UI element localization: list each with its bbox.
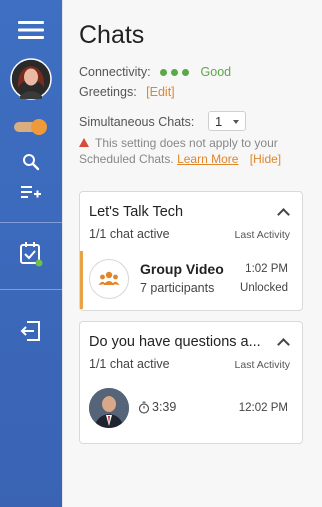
- page-title: Chats: [79, 21, 145, 49]
- chat-item[interactable]: Group Video 7 participants 1:02 PM Unloc…: [80, 251, 302, 309]
- last-activity-label: Last Activity: [234, 229, 290, 241]
- chevron-up-icon[interactable]: [277, 208, 290, 221]
- learn-more-link[interactable]: Learn More: [177, 152, 238, 166]
- sidebar-divider: [0, 222, 62, 223]
- chevron-up-icon[interactable]: [277, 338, 290, 351]
- chat-timer: 3:39: [152, 400, 177, 414]
- connectivity-status: Good: [200, 65, 232, 79]
- chats-panel: Chats Connectivity: Good Greetings: [Edi…: [62, 0, 322, 507]
- connectivity-label: Connectivity:: [79, 65, 151, 79]
- chat-queue-card: Let's Talk Tech 1/1 chat active Last Act…: [79, 191, 303, 311]
- sidebar-divider: [0, 289, 62, 290]
- chat-time: 12:02 PM: [238, 402, 288, 414]
- active-chats-count: 1/1 chat active: [89, 357, 170, 371]
- add-to-list-icon[interactable]: [0, 182, 62, 202]
- simultaneous-chats-value: 1: [215, 114, 223, 129]
- participants-count: 7 participants: [140, 281, 215, 295]
- lock-status: Unlocked: [240, 282, 288, 294]
- hide-link[interactable]: [Hide]: [250, 152, 281, 166]
- stopwatch-icon: [138, 401, 150, 419]
- queue-title: Do you have questions a...: [89, 334, 261, 350]
- chat-item[interactable]: 3:39 12:02 PM: [80, 380, 302, 440]
- contact-avatar: [89, 388, 129, 428]
- group-icon: [89, 259, 129, 299]
- greetings-edit-link[interactable]: [Edit]: [146, 85, 175, 99]
- greetings-label: Greetings:: [79, 85, 137, 99]
- simultaneous-chats-label: Simultaneous Chats:: [79, 115, 195, 129]
- availability-toggle[interactable]: [0, 117, 62, 137]
- active-chats-count: 1/1 chat active: [89, 227, 170, 241]
- warning-icon: [79, 138, 89, 147]
- sidebar: [0, 0, 62, 507]
- calendar-check-icon[interactable]: [0, 241, 62, 267]
- chat-name: Group Video: [140, 261, 224, 277]
- simultaneous-chats-select[interactable]: 1: [208, 111, 246, 131]
- last-activity-label: Last Activity: [234, 359, 290, 371]
- chat-time: 1:02 PM: [245, 263, 288, 275]
- menu-icon[interactable]: [0, 18, 62, 42]
- greetings-row: Greetings: [Edit]: [79, 85, 175, 99]
- selected-indicator: [80, 251, 83, 309]
- chevron-down-icon: [233, 120, 239, 124]
- logout-icon[interactable]: [0, 318, 62, 344]
- search-icon[interactable]: [0, 152, 62, 172]
- queue-title: Let's Talk Tech: [89, 204, 184, 220]
- chat-queue-card: Do you have questions a... 1/1 chat acti…: [79, 321, 303, 444]
- connectivity-dots-icon: [160, 65, 193, 79]
- avatar[interactable]: [0, 57, 62, 101]
- connectivity-row: Connectivity: Good: [79, 65, 231, 79]
- scheduled-chats-warning: This setting does not apply to your Sche…: [79, 135, 307, 167]
